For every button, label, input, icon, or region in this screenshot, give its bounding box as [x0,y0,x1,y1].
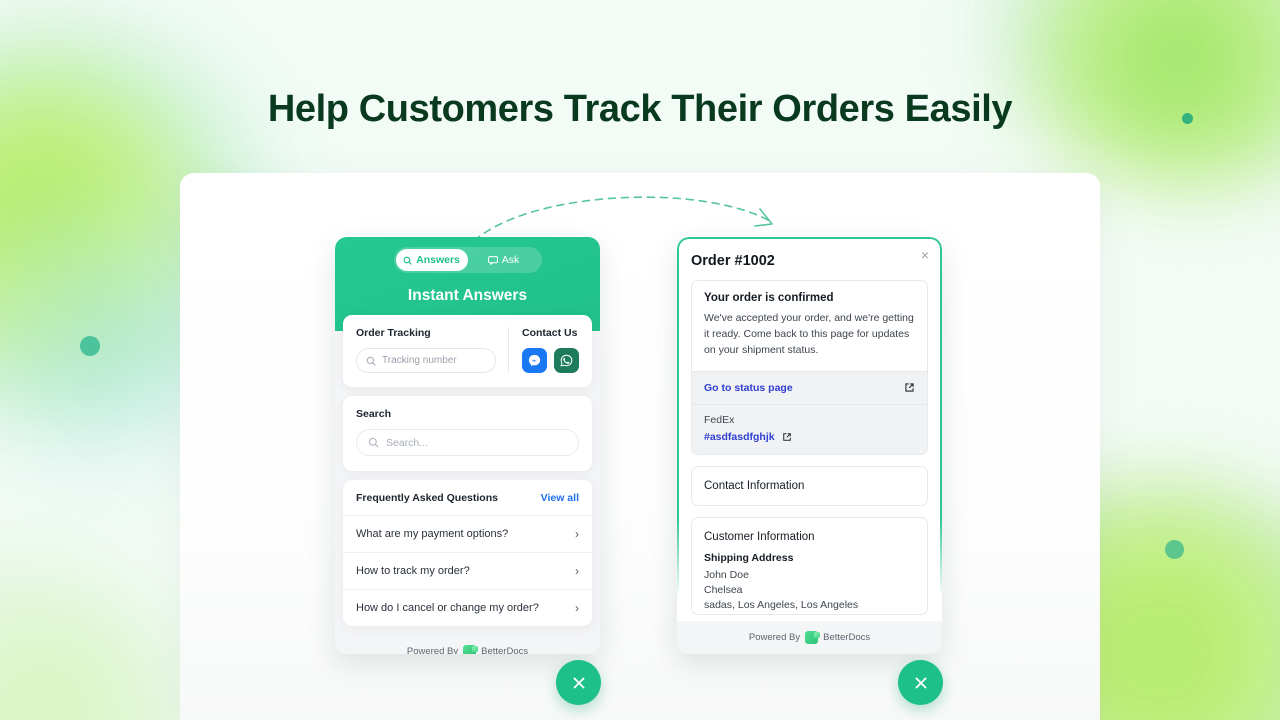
showcase-panel [180,173,1100,720]
betterdocs-brand-label: BetterDocs [823,632,871,643]
close-icon[interactable]: × [921,248,929,262]
faq-item-label: How to track my order? [356,565,470,577]
search-input[interactable]: Search... [356,429,579,456]
betterdocs-brand-label: BetterDocs [481,646,529,654]
shipping-address-line: sadas, Los Angeles, Los Angeles [704,599,859,612]
decorative-dot-bottom-right [1165,540,1184,559]
powered-by-label: Powered By [748,632,801,643]
tracking-code-row[interactable]: #asdfasdfghjk [704,431,915,443]
go-to-status-page-link[interactable]: Go to status page [704,382,793,394]
search-icon [403,256,412,265]
close-widget-button-left[interactable] [556,660,601,705]
order-status-text: We've accepted your order, and we're get… [704,312,914,356]
faq-card: Frequently Asked Questions View all What… [343,480,592,626]
faq-title: Frequently Asked Questions [356,492,498,504]
whatsapp-button[interactable] [554,348,579,373]
order-details-widget: × Order #1002 Your order is confirmed We… [677,237,942,654]
widget-heading: Instant Answers [407,287,528,304]
customer-information-card: Customer Information Shipping Address Jo… [691,516,928,615]
close-icon [573,677,584,688]
order-status-card: Your order is confirmed We've accepted y… [691,280,928,455]
background-blob-bottom-left [0,550,210,720]
order-status-summary: Your order is confirmed We've accepted y… [692,281,927,371]
faq-item-label: How do I cancel or change my order? [356,602,539,614]
search-placeholder: Search... [386,436,429,449]
faq-item[interactable]: How do I cancel or change my order? › [343,589,592,626]
tab-ask-label: Ask [501,254,520,266]
shipping-address-line: Chelsea [704,584,743,597]
order-status-title: Your order is confirmed [704,292,834,304]
tracking-number-placeholder: Tracking number [382,355,457,366]
search-label: Search [356,408,392,420]
tab-answers[interactable]: Answers [395,249,468,271]
faq-header: Frequently Asked Questions View all [343,480,592,515]
screenshot-root: Help Customers Track Their Orders Easily… [0,0,1280,720]
tab-answers-label: Answers [416,254,460,266]
betterdocs-logo-icon [463,645,479,654]
search-icon [366,356,376,366]
contact-information-card[interactable]: Contact Information [691,465,928,506]
showcase-panel-background [180,173,1100,720]
status-page-row[interactable]: Go to status page [692,370,927,404]
external-link-icon [782,433,791,441]
contact-information-title: Contact Information [704,479,805,492]
faq-item-label: What are my payment options? [356,528,509,540]
faq-item[interactable]: How to track my order? › [343,552,592,589]
chevron-right-icon: › [575,564,579,578]
messenger-button[interactable] [522,348,547,373]
powered-by-footer: Powered By BetterDocs [335,635,600,654]
faq-view-all-link[interactable]: View all [541,492,579,504]
order-number-title: Order #1002 [691,253,775,269]
chat-bubble-icon [487,255,498,265]
contact-us-section: Contact Us [508,327,579,373]
order-tracking-section: Order Tracking Tracking number [356,327,508,373]
search-icon [368,437,379,448]
tracking-code-link[interactable]: #asdfasdfghjk [704,431,775,443]
contact-us-label: Contact Us [522,327,578,339]
betterdocs-logo-icon [805,631,821,644]
instant-answers-widget: Answers Ask Instant Answers Order Tracki… [335,237,600,654]
carrier-tracking-row: FedEx #asdfasdfghjk [692,403,927,454]
customer-information-title: Customer Information [704,530,815,543]
widget-tabbar: Answers Ask [393,247,542,273]
chevron-right-icon: › [575,527,579,541]
search-card: Search Search... [343,396,592,471]
shipping-address-label: Shipping Address [704,551,794,564]
chevron-right-icon: › [575,601,579,615]
faq-item[interactable]: What are my payment options? › [343,515,592,552]
carrier-name: FedEx [704,413,735,426]
order-details-body: × Order #1002 Your order is confirmed We… [677,237,942,621]
widget-body: Order Tracking Tracking number Contact U… [335,315,600,635]
decorative-dot-left [80,336,100,356]
external-link-icon [905,383,914,392]
powered-by-footer: Powered By BetterDocs [677,621,942,654]
contact-channel-list [522,348,579,373]
tracking-number-input[interactable]: Tracking number [356,348,496,373]
close-icon [915,677,926,688]
powered-by-label: Powered By [406,646,459,654]
tab-ask[interactable]: Ask [468,249,540,271]
order-tracking-card: Order Tracking Tracking number Contact U… [343,315,592,387]
messenger-icon [528,354,541,367]
dashed-connector-arrow [473,196,773,242]
close-widget-button-right[interactable] [898,660,943,705]
order-tracking-label: Order Tracking [356,327,431,339]
whatsapp-icon [560,354,573,367]
page-title: Help Customers Track Their Orders Easily [267,88,1013,130]
shipping-address-line: John Doe [704,568,749,581]
